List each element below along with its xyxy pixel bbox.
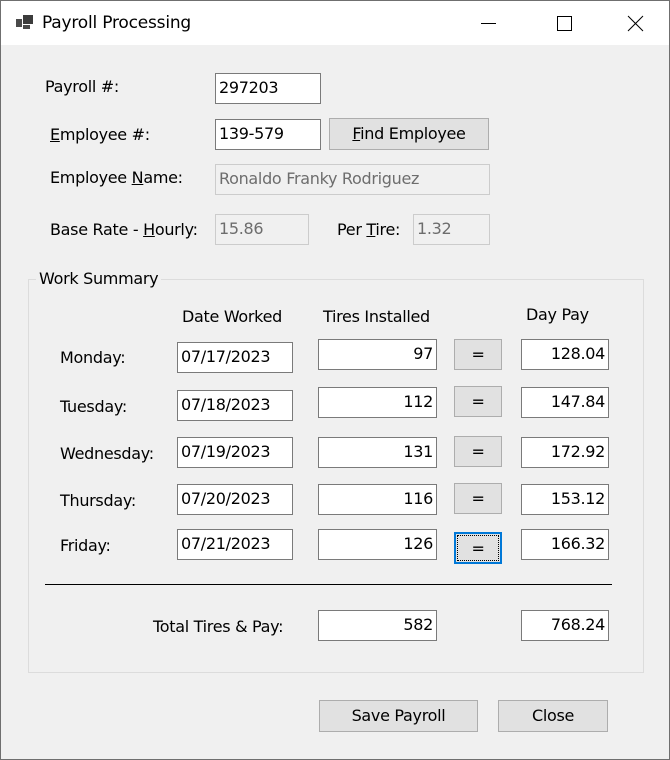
friday-tires-field[interactable]: 126 <box>318 529 437 560</box>
maximize-button[interactable] <box>541 1 587 45</box>
employee-number-label: Employee #: <box>50 125 150 144</box>
payroll-number-label: Payroll #: <box>45 77 119 96</box>
minimize-icon <box>481 23 496 24</box>
close-icon <box>627 15 644 32</box>
monday-pay-field[interactable]: 128.04 <box>521 339 609 370</box>
wednesday-pay-field[interactable]: 172.92 <box>521 437 609 468</box>
per-tire-field: 1.32 <box>413 214 490 245</box>
thursday-pay-field[interactable]: 153.12 <box>521 484 609 515</box>
app-window-icon <box>15 13 35 31</box>
wednesday-tires-field[interactable]: 131 <box>318 437 437 468</box>
base-rate-hourly-field: 15.86 <box>215 214 309 245</box>
tuesday-calculate-button[interactable]: = <box>454 386 502 417</box>
friday-calculate-button[interactable]: = <box>454 532 502 564</box>
thursday-calculate-button[interactable]: = <box>454 483 502 514</box>
friday-label: Friday: <box>60 536 111 555</box>
tuesday-tires-field[interactable]: 112 <box>318 387 437 418</box>
maximize-icon <box>557 16 572 31</box>
payroll-number-field[interactable]: 297203 <box>215 73 321 104</box>
wednesday-calculate-button[interactable]: = <box>454 436 502 467</box>
total-tires-field[interactable]: 582 <box>318 610 437 641</box>
close-window-button[interactable] <box>612 1 658 45</box>
monday-label: Monday: <box>60 348 126 367</box>
title-bar[interactable]: Payroll Processing <box>1 1 669 45</box>
base-rate-hourly-label: Base Rate - Hourly: <box>50 220 198 239</box>
date-worked-header: Date Worked <box>182 307 282 326</box>
minimize-button[interactable] <box>466 1 512 45</box>
friday-date-field[interactable]: 07/21/2023 <box>177 529 293 560</box>
tuesday-label: Tuesday: <box>60 397 127 416</box>
save-payroll-button[interactable]: Save Payroll <box>319 700 478 732</box>
window-title: Payroll Processing <box>42 13 192 33</box>
monday-calculate-button[interactable]: = <box>454 339 502 370</box>
employee-name-field: Ronaldo Franky Rodriguez <box>215 164 490 195</box>
thursday-date-field[interactable]: 07/20/2023 <box>177 484 293 515</box>
total-pay-field[interactable]: 768.24 <box>521 610 609 641</box>
find-employee-button[interactable]: Find Employee <box>329 118 489 150</box>
monday-date-field[interactable]: 07/17/2023 <box>177 342 293 373</box>
employee-number-field[interactable]: 139-579 <box>215 119 321 150</box>
tuesday-pay-field[interactable]: 147.84 <box>521 387 609 418</box>
thursday-tires-field[interactable]: 116 <box>318 484 437 515</box>
thursday-label: Thursday: <box>60 491 136 510</box>
tires-installed-header: Tires Installed <box>323 307 430 326</box>
close-button[interactable]: Close <box>498 700 608 732</box>
tuesday-date-field[interactable]: 07/18/2023 <box>177 390 293 421</box>
per-tire-label: Per Tire: <box>337 220 401 239</box>
payroll-processing-window: Payroll Processing Payroll #: 297203 Emp… <box>0 0 670 760</box>
wednesday-date-field[interactable]: 07/19/2023 <box>177 437 293 468</box>
total-tires-pay-label: Total Tires & Pay: <box>153 617 284 636</box>
work-summary-title: Work Summary <box>36 269 162 288</box>
day-pay-header: Day Pay <box>526 305 589 324</box>
employee-name-label: Employee Name: <box>50 168 183 187</box>
totals-separator <box>45 584 612 585</box>
friday-pay-field[interactable]: 166.32 <box>521 529 609 560</box>
wednesday-label: Wednesday: <box>60 444 154 463</box>
monday-tires-field[interactable]: 97 <box>318 339 437 370</box>
